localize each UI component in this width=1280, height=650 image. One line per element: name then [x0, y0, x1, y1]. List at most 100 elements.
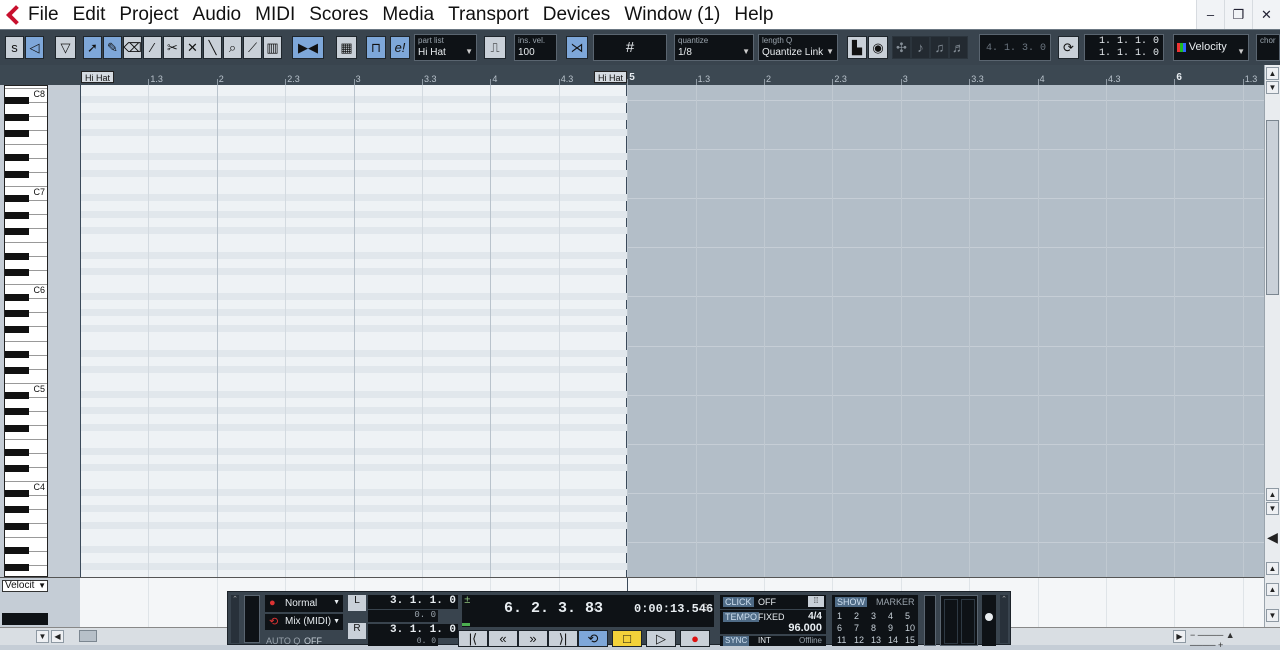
stop-button[interactable]: □ — [612, 630, 642, 647]
marker-button[interactable]: 15 — [905, 635, 915, 645]
black-key[interactable] — [5, 449, 29, 457]
edit-active-part-icon[interactable]: ⊓ — [366, 36, 386, 59]
erase-tool-icon[interactable]: ⌫ — [123, 36, 142, 59]
vertical-zoom-slider-icon[interactable]: ◀ — [1266, 527, 1279, 547]
menu-audio[interactable]: Audio — [186, 0, 249, 29]
position-display[interactable]: ± 6. 2. 3. 83 ♩ 0:00:13.546 ◷ — [462, 595, 714, 622]
tempo-display[interactable]: TEMPO FIXED 4/4 96.000 — [720, 610, 826, 634]
snap-icon[interactable]: ⋊ — [566, 36, 588, 59]
black-key[interactable] — [5, 506, 29, 514]
scroll-down-icon[interactable]: ▼ — [1266, 81, 1279, 94]
indicate-transpositions-icon[interactable]: e! — [390, 36, 410, 59]
restore-button[interactable]: ❐ — [1224, 0, 1252, 29]
black-key[interactable] — [5, 113, 29, 121]
marker-button[interactable]: 3 — [871, 611, 876, 621]
colors-icon[interactable]: ▙ — [847, 36, 867, 59]
black-key[interactable] — [5, 563, 29, 571]
rewind-button[interactable]: « — [488, 630, 518, 647]
insert-velocity-field[interactable]: ins. vel. 100 — [514, 34, 557, 61]
black-key[interactable] — [5, 269, 29, 277]
precount-icon[interactable]: ⁞⁞ — [808, 596, 824, 607]
chevron-down-icon[interactable]: ▼ — [36, 630, 49, 643]
marker-button[interactable]: 13 — [871, 635, 881, 645]
note-grid[interactable] — [80, 85, 1264, 577]
black-key[interactable] — [5, 97, 29, 105]
menu-scores[interactable]: Scores — [302, 0, 375, 29]
marker-button[interactable]: 6 — [837, 623, 842, 633]
part-start-tag[interactable]: Hi Hat — [81, 71, 115, 83]
app-logo-icon[interactable] — [6, 5, 26, 25]
black-key[interactable] — [5, 293, 29, 301]
cycle-button[interactable]: ⟲ — [578, 630, 608, 647]
marker-button[interactable]: 2 — [854, 611, 859, 621]
marker-button[interactable]: 1 — [837, 611, 842, 621]
acoustic-feedback-icon[interactable]: ◁ — [25, 36, 44, 59]
black-key[interactable] — [5, 547, 29, 555]
right-locator-button[interactable]: R — [348, 623, 366, 639]
output-level-knob[interactable] — [985, 613, 993, 621]
record-mode-select[interactable]: ● Normal ▼ — [265, 595, 343, 612]
black-key[interactable] — [5, 367, 29, 375]
go-to-end-button[interactable]: ⟩| — [548, 630, 578, 647]
solo-editor-icon[interactable]: s — [5, 36, 24, 59]
step-input-icon[interactable]: ◉ — [868, 36, 888, 59]
horizontal-zoom-slider[interactable]: − ──── ▲ ──── + — [1190, 630, 1262, 650]
glue-tool-icon[interactable]: ╲ — [203, 36, 222, 59]
independent-track-loop-icon[interactable]: ⟳ — [1058, 36, 1079, 59]
marker-button[interactable]: 12 — [854, 635, 864, 645]
menu-midi[interactable]: MIDI — [248, 0, 302, 29]
chord-display[interactable]: chor — [1256, 34, 1280, 61]
controller-lane-scrollbar[interactable]: ▲ ▼ — [1264, 579, 1280, 627]
play-button[interactable]: ▷ — [646, 630, 676, 647]
marker-button[interactable]: 9 — [888, 623, 893, 633]
scroll-right-icon[interactable]: ▶ — [1173, 630, 1186, 643]
menu-file[interactable]: File — [26, 0, 66, 29]
transport-grip-icon[interactable]: ⌃ — [231, 595, 239, 643]
position-slider[interactable] — [462, 622, 714, 627]
menu-media[interactable]: Media — [375, 0, 441, 29]
grid-type-field[interactable]: # — [593, 34, 667, 61]
click-display[interactable]: CLICK OFF ⁞⁞ — [720, 595, 826, 609]
part-list-select[interactable]: part list Hi Hat ▼ — [414, 34, 477, 61]
black-key[interactable] — [5, 228, 29, 236]
chord-input-icon[interactable]: ♬ — [949, 36, 968, 59]
black-key[interactable] — [5, 391, 29, 399]
zoom-tool-icon[interactable]: ⌕ — [223, 36, 242, 59]
marker-button[interactable]: 10 — [905, 623, 915, 633]
menu-project[interactable]: Project — [112, 0, 185, 29]
black-key[interactable] — [5, 252, 29, 260]
black-key[interactable] — [5, 350, 29, 358]
black-key[interactable] — [5, 211, 29, 219]
autoscroll-icon[interactable]: ▶◀ — [292, 36, 324, 59]
marker-button[interactable]: 8 — [871, 623, 876, 633]
mute-tool-icon[interactable]: ✕ — [183, 36, 202, 59]
vertical-scrollbar[interactable]: ▲ ▼ ▲ ▼ ◀ ▲ — [1264, 65, 1280, 579]
menu-devices[interactable]: Devices — [536, 0, 618, 29]
black-key[interactable] — [5, 326, 29, 334]
scroll-up-icon[interactable]: ▲ — [1266, 67, 1279, 80]
black-key[interactable] — [5, 154, 29, 162]
black-key[interactable] — [5, 195, 29, 203]
marker-button[interactable]: 14 — [888, 635, 898, 645]
time-warp-tool-icon[interactable]: ▥ — [263, 36, 282, 59]
piano-keyboard[interactable]: C8 C7 C6 C5 C4 — [4, 85, 48, 577]
scroll-left-icon[interactable]: ◀ — [51, 630, 64, 643]
horizontal-scroll-thumb[interactable] — [79, 630, 97, 642]
part-end-tag[interactable]: Hi Hat — [594, 71, 628, 83]
object-selection-tool-icon[interactable]: ➚ — [83, 36, 102, 59]
black-key[interactable] — [5, 465, 29, 473]
line-tool-icon[interactable]: ⟋ — [243, 36, 262, 59]
tempo-label[interactable]: TEMPO — [723, 612, 760, 622]
left-locator-button[interactable]: L — [348, 595, 366, 611]
marker-button[interactable]: 4 — [888, 611, 893, 621]
marker-button[interactable]: 5 — [905, 611, 910, 621]
right-locator-value[interactable]: 3. 1. 1. 0 — [368, 624, 458, 638]
black-key[interactable] — [5, 489, 29, 497]
length-quantize-select[interactable]: length Q Quantize Link ▼ — [758, 34, 838, 61]
record-button[interactable]: ● — [680, 630, 710, 647]
move-insert-icon[interactable]: ✣ — [892, 36, 911, 59]
fast-forward-button[interactable]: » — [518, 630, 548, 647]
menu-window[interactable]: Window (1) — [617, 0, 727, 29]
close-button[interactable]: ✕ — [1252, 0, 1280, 29]
controller-select[interactable]: Velocity ▼ — [1173, 34, 1249, 61]
